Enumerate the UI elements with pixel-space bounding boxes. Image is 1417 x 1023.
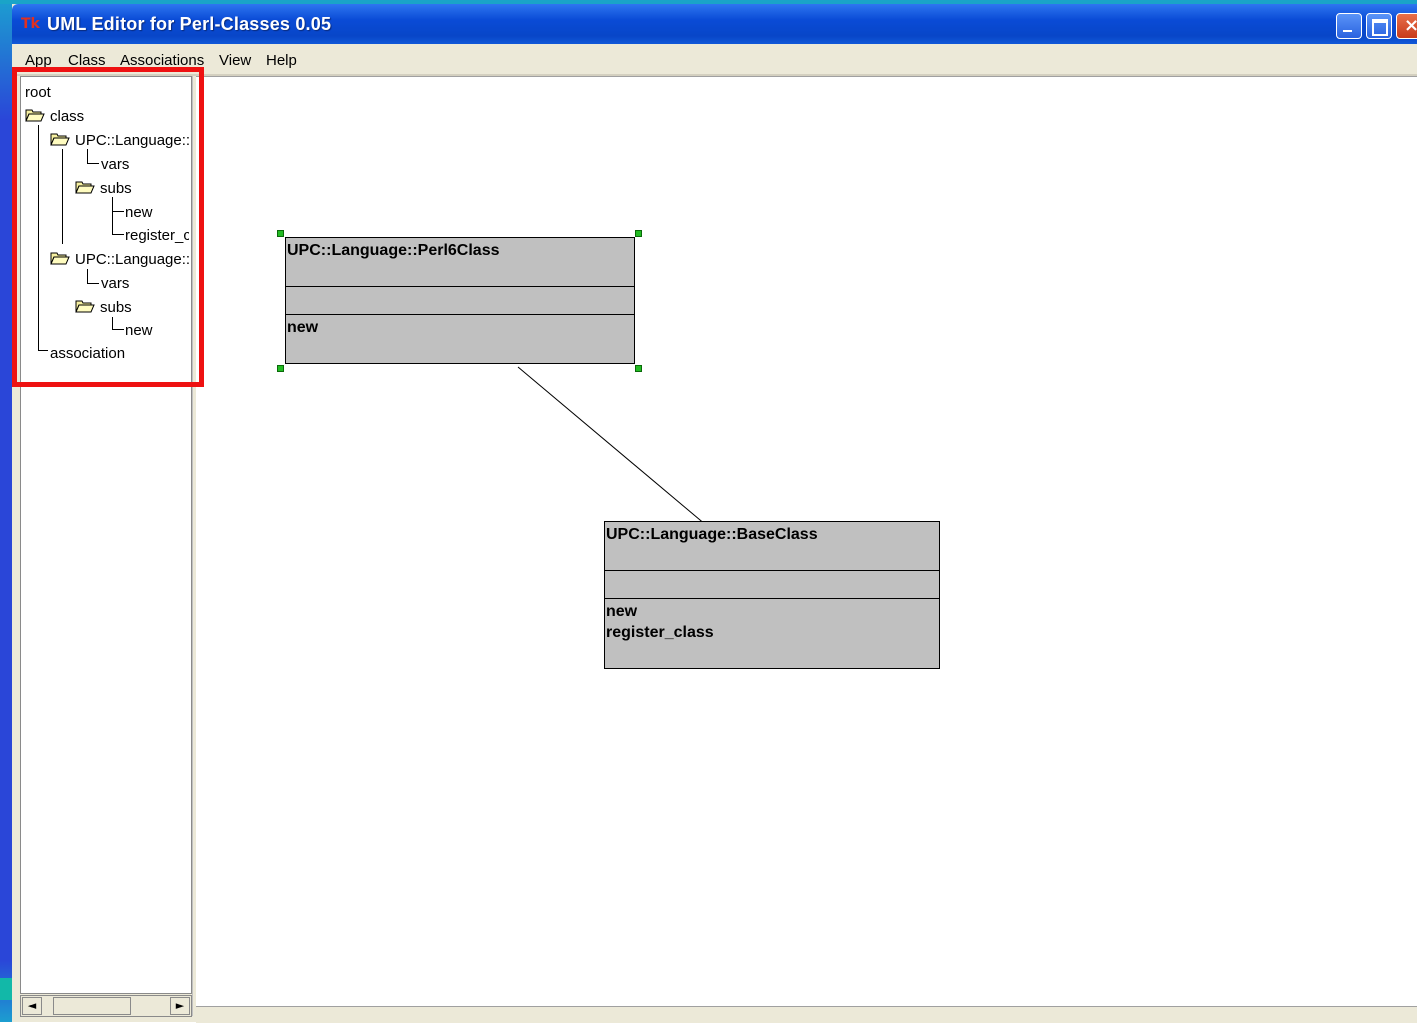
scroll-right-button[interactable]: ► xyxy=(170,997,190,1015)
uml-attributes-divider xyxy=(605,570,939,571)
uml-method: new xyxy=(287,319,319,336)
selection-handle[interactable] xyxy=(635,365,642,372)
uml-class-baseclass[interactable]: UPC::Language::BaseClass new register_cl… xyxy=(604,521,940,669)
app-window: Tk UML Editor for Perl-Classes 0.05 × Ap… xyxy=(12,4,1417,1023)
maximize-icon xyxy=(1372,19,1388,36)
minimize-button[interactable] xyxy=(1336,13,1362,39)
menu-bar: App Class Associations View Help xyxy=(12,44,1417,74)
highlight-annotation-box xyxy=(12,67,204,387)
uml-attributes-divider xyxy=(286,286,634,287)
canvas-bottom-edge xyxy=(196,1006,1417,1023)
maximize-button[interactable] xyxy=(1366,13,1392,39)
close-icon: × xyxy=(1404,15,1417,36)
selection-handle[interactable] xyxy=(277,365,284,372)
tree-horizontal-scrollbar[interactable]: ◄ ► xyxy=(20,995,192,1017)
selection-handle[interactable] xyxy=(277,230,284,237)
tk-app-icon: Tk xyxy=(21,16,40,32)
uml-class-name: UPC::Language::BaseClass xyxy=(606,526,818,543)
selection-handle[interactable] xyxy=(635,230,642,237)
minimize-icon xyxy=(1343,30,1352,32)
uml-methods-divider xyxy=(286,314,634,315)
title-bar[interactable]: Tk UML Editor for Perl-Classes 0.05 × xyxy=(12,4,1417,44)
menu-help[interactable]: Help xyxy=(266,52,297,69)
close-button[interactable]: × xyxy=(1396,13,1417,39)
window-title: UML Editor for Perl-Classes 0.05 xyxy=(47,14,332,34)
diagram-canvas[interactable]: UPC::Language::Perl6Class new UPC::Langu… xyxy=(196,76,1417,1007)
uml-class-perl6class[interactable]: UPC::Language::Perl6Class new xyxy=(285,237,635,364)
scroll-thumb[interactable] xyxy=(53,997,131,1015)
uml-methods-divider xyxy=(605,598,939,599)
uml-method: register_class xyxy=(606,624,714,641)
uml-method: new xyxy=(606,603,638,620)
uml-class-name: UPC::Language::Perl6Class xyxy=(287,242,500,259)
scroll-left-button[interactable]: ◄ xyxy=(22,997,42,1015)
menu-view[interactable]: View xyxy=(219,52,251,69)
